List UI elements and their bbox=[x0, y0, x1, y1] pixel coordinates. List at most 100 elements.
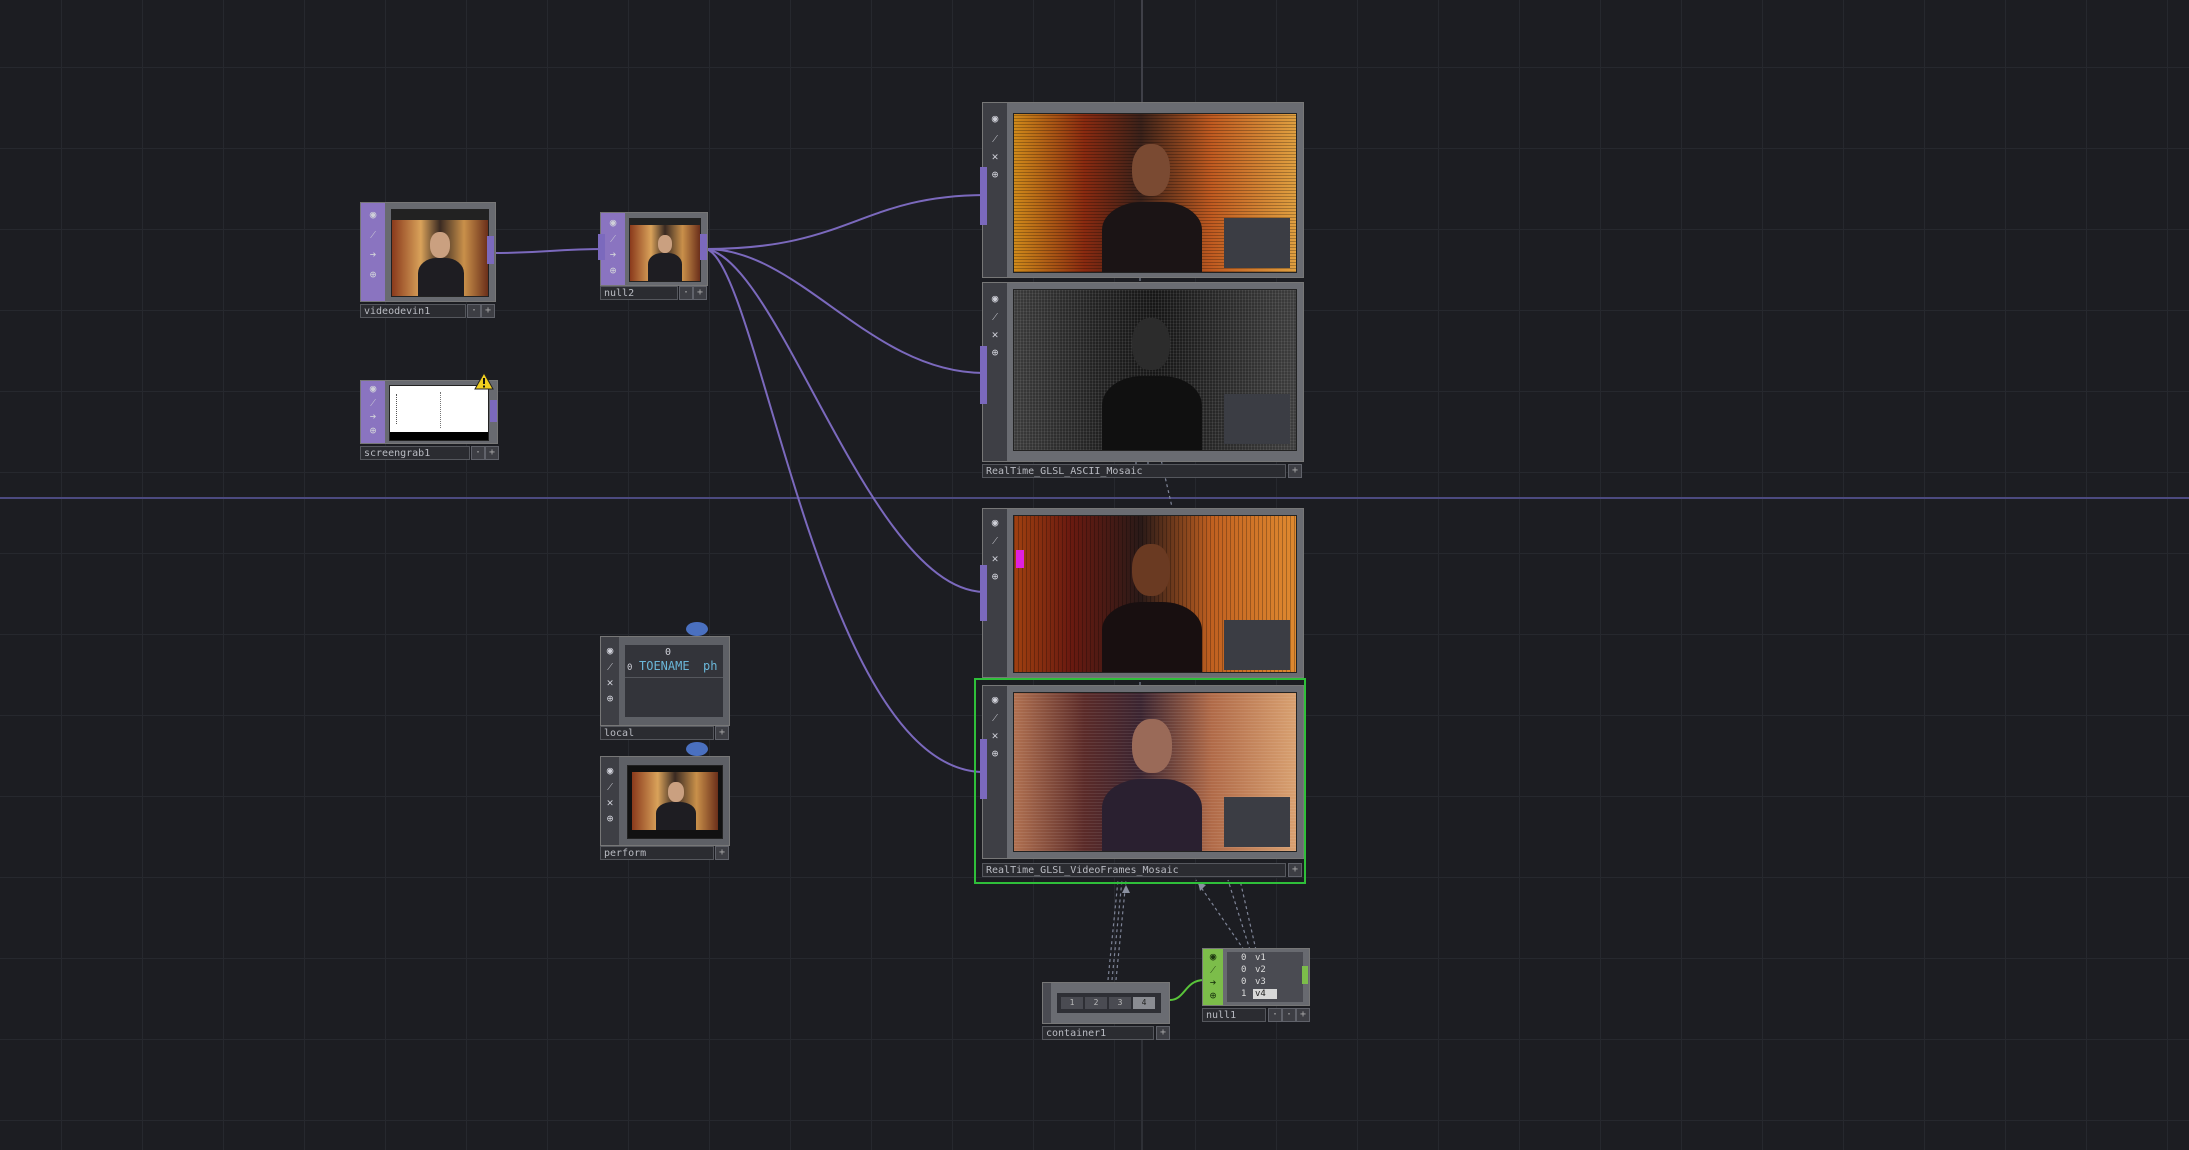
pin-icon[interactable]: ⁄ bbox=[602, 659, 618, 675]
arrow-icon[interactable]: ➔ bbox=[365, 247, 381, 263]
node-null1[interactable]: ◉ ⁄ ➔ ⊕ 0 v1 0 v2 0 v3 1 v4 null1 · · + bbox=[1202, 948, 1312, 1024]
channel-name: v2 bbox=[1255, 965, 1266, 975]
comment-bubble-icon[interactable] bbox=[686, 622, 708, 636]
eye-icon[interactable]: ◉ bbox=[602, 763, 618, 779]
node-label[interactable]: RealTime_GLSL_VideoFrames_Mosaic bbox=[982, 863, 1286, 877]
lock-icon[interactable]: ⊕ bbox=[602, 811, 618, 827]
node-null2[interactable]: ◉ ⁄ ➔ ⊕ null2 · + bbox=[598, 212, 708, 300]
node-add-button[interactable]: + bbox=[1288, 464, 1302, 478]
pin-icon[interactable]: ⁄ bbox=[987, 131, 1003, 147]
node-body: ◉ ⁄ ➔ ⊕ bbox=[360, 202, 496, 302]
node-toolbar: ◉ ⁄ ✕ ⊕ bbox=[601, 757, 619, 845]
lock-icon[interactable]: ⊕ bbox=[987, 569, 1003, 585]
node-label[interactable]: perform bbox=[600, 846, 714, 860]
node-videodevin1[interactable]: ◉ ⁄ ➔ ⊕ videodevin1 · + bbox=[360, 202, 496, 318]
lock-icon[interactable]: ⊕ bbox=[987, 167, 1003, 183]
node-flag-button[interactable]: · bbox=[471, 446, 485, 460]
eye-icon[interactable]: ◉ bbox=[987, 515, 1003, 531]
close-icon[interactable]: ✕ bbox=[602, 795, 618, 811]
eye-icon[interactable]: ◉ bbox=[987, 111, 1003, 127]
close-icon[interactable]: ✕ bbox=[987, 728, 1003, 744]
channel-row-v1: 0 v1 bbox=[1227, 953, 1303, 964]
node-add-button[interactable]: + bbox=[693, 286, 707, 300]
channel-name: v1 bbox=[1255, 953, 1266, 963]
wire-container-null1 bbox=[1169, 979, 1205, 1001]
input-connector[interactable] bbox=[980, 346, 987, 404]
channel-value: 0 bbox=[1241, 977, 1247, 987]
lock-icon[interactable]: ⊕ bbox=[602, 691, 618, 707]
eye-icon[interactable]: ◉ bbox=[602, 643, 618, 659]
node-flag-button-2[interactable]: · bbox=[1282, 1008, 1296, 1022]
node-label[interactable]: container1 bbox=[1042, 1026, 1154, 1040]
node-label[interactable]: null2 bbox=[600, 286, 678, 300]
close-icon[interactable]: ✕ bbox=[987, 149, 1003, 165]
node-flag-button[interactable]: · bbox=[467, 304, 481, 318]
input-connector[interactable] bbox=[980, 739, 987, 799]
lock-icon[interactable]: ⊕ bbox=[365, 423, 381, 439]
node-body-bottom: ◉ ⁄ ✕ ⊕ bbox=[982, 282, 1304, 462]
node-add-button[interactable]: + bbox=[715, 726, 729, 740]
node-container1[interactable]: 1 2 3 4 container1 + bbox=[1040, 980, 1174, 1042]
lock-icon[interactable]: ⊕ bbox=[1205, 988, 1221, 1004]
container-button-4[interactable]: 4 bbox=[1133, 997, 1155, 1009]
network-editor-canvas[interactable]: ◉ ⁄ ➔ ⊕ videodevin1 · + ◉ ⁄ ➔ ⊕ null2 · … bbox=[0, 0, 2189, 1150]
output-connector[interactable] bbox=[1302, 966, 1308, 984]
lock-icon[interactable]: ⊕ bbox=[987, 746, 1003, 762]
node-realtime-glsl-ascii-mosaic[interactable]: ◉ ⁄ ✕ ⊕ ◉ ⁄ ✕ ⊕ RealTime_GLSL_ASCII_Mosa… bbox=[980, 102, 1306, 480]
eye-icon[interactable]: ◉ bbox=[605, 215, 621, 231]
node-add-button[interactable]: + bbox=[715, 846, 729, 860]
eye-icon[interactable]: ◉ bbox=[365, 207, 381, 223]
lock-icon[interactable]: ⊕ bbox=[987, 345, 1003, 361]
warning-icon[interactable] bbox=[474, 372, 494, 390]
input-connector[interactable] bbox=[598, 234, 605, 260]
wire-null2-frames-top bbox=[705, 248, 985, 593]
node-add-button[interactable]: + bbox=[1296, 1008, 1310, 1022]
node-toolbar bbox=[1043, 983, 1051, 1023]
lock-icon[interactable]: ⊕ bbox=[605, 263, 621, 279]
node-realtime-glsl-videoframes-mosaic[interactable]: ◉ ⁄ ✕ ⊕ ◉ ⁄ ✕ ⊕ RealTime_GLSL_VideoFrame… bbox=[974, 505, 1306, 885]
node-perform[interactable]: ◉ ⁄ ✕ ⊕ perform + bbox=[600, 740, 732, 864]
node-label[interactable]: local bbox=[600, 726, 714, 740]
container-button-2[interactable]: 2 bbox=[1085, 997, 1107, 1009]
pin-icon[interactable]: ⁄ bbox=[602, 779, 618, 795]
node-add-button[interactable]: + bbox=[485, 446, 499, 460]
node-toolbar: ◉ ⁄ ➔ ⊕ bbox=[1203, 949, 1223, 1005]
table-row-index: 0 bbox=[627, 663, 633, 673]
output-connector[interactable] bbox=[700, 234, 707, 260]
node-label[interactable]: screengrab1 bbox=[360, 446, 470, 460]
close-icon[interactable]: ✕ bbox=[987, 327, 1003, 343]
node-body: ◉ ⁄ ➔ ⊕ bbox=[600, 212, 708, 286]
eye-icon[interactable]: ◉ bbox=[987, 291, 1003, 307]
pin-icon[interactable]: ⁄ bbox=[987, 533, 1003, 549]
pin-icon[interactable]: ⁄ bbox=[365, 227, 381, 243]
pin-icon[interactable]: ⁄ bbox=[605, 231, 621, 247]
node-add-button[interactable]: + bbox=[1156, 1026, 1170, 1040]
node-screengrab1[interactable]: ◉ ⁄ ➔ ⊕ screengrab1 · + bbox=[360, 372, 500, 460]
table-preview: 0 0 TOENAME ph bbox=[625, 645, 723, 717]
pin-icon[interactable]: ⁄ bbox=[987, 710, 1003, 726]
node-label[interactable]: null1 bbox=[1202, 1008, 1266, 1022]
table-column-index: 0 bbox=[665, 647, 672, 658]
container-button-3[interactable]: 3 bbox=[1109, 997, 1131, 1009]
comment-bubble-icon[interactable] bbox=[686, 742, 708, 756]
pin-icon[interactable]: ⁄ bbox=[987, 309, 1003, 325]
container-button-1[interactable]: 1 bbox=[1061, 997, 1083, 1009]
node-flag-button[interactable]: · bbox=[1268, 1008, 1282, 1022]
node-flag-button[interactable]: · bbox=[679, 286, 693, 300]
input-connector[interactable] bbox=[980, 565, 987, 621]
close-icon[interactable]: ✕ bbox=[987, 551, 1003, 567]
node-add-button[interactable]: + bbox=[481, 304, 495, 318]
output-connector[interactable] bbox=[490, 400, 497, 422]
eye-icon[interactable]: ◉ bbox=[987, 692, 1003, 708]
output-connector[interactable] bbox=[487, 236, 494, 264]
node-label[interactable]: videodevin1 bbox=[360, 304, 466, 318]
node-local[interactable]: ◉ ⁄ ✕ ⊕ 0 0 TOENAME ph local + bbox=[600, 620, 732, 744]
input-connector[interactable] bbox=[980, 167, 987, 225]
channel-row-v2: 0 v2 bbox=[1227, 965, 1303, 976]
node-label[interactable]: RealTime_GLSL_ASCII_Mosaic bbox=[982, 464, 1286, 478]
videoframes-mosaic-preview-b bbox=[1013, 692, 1297, 852]
arrow-icon[interactable]: ➔ bbox=[605, 247, 621, 263]
close-icon[interactable]: ✕ bbox=[602, 675, 618, 691]
lock-icon[interactable]: ⊕ bbox=[365, 267, 381, 283]
node-add-button[interactable]: + bbox=[1288, 863, 1302, 877]
